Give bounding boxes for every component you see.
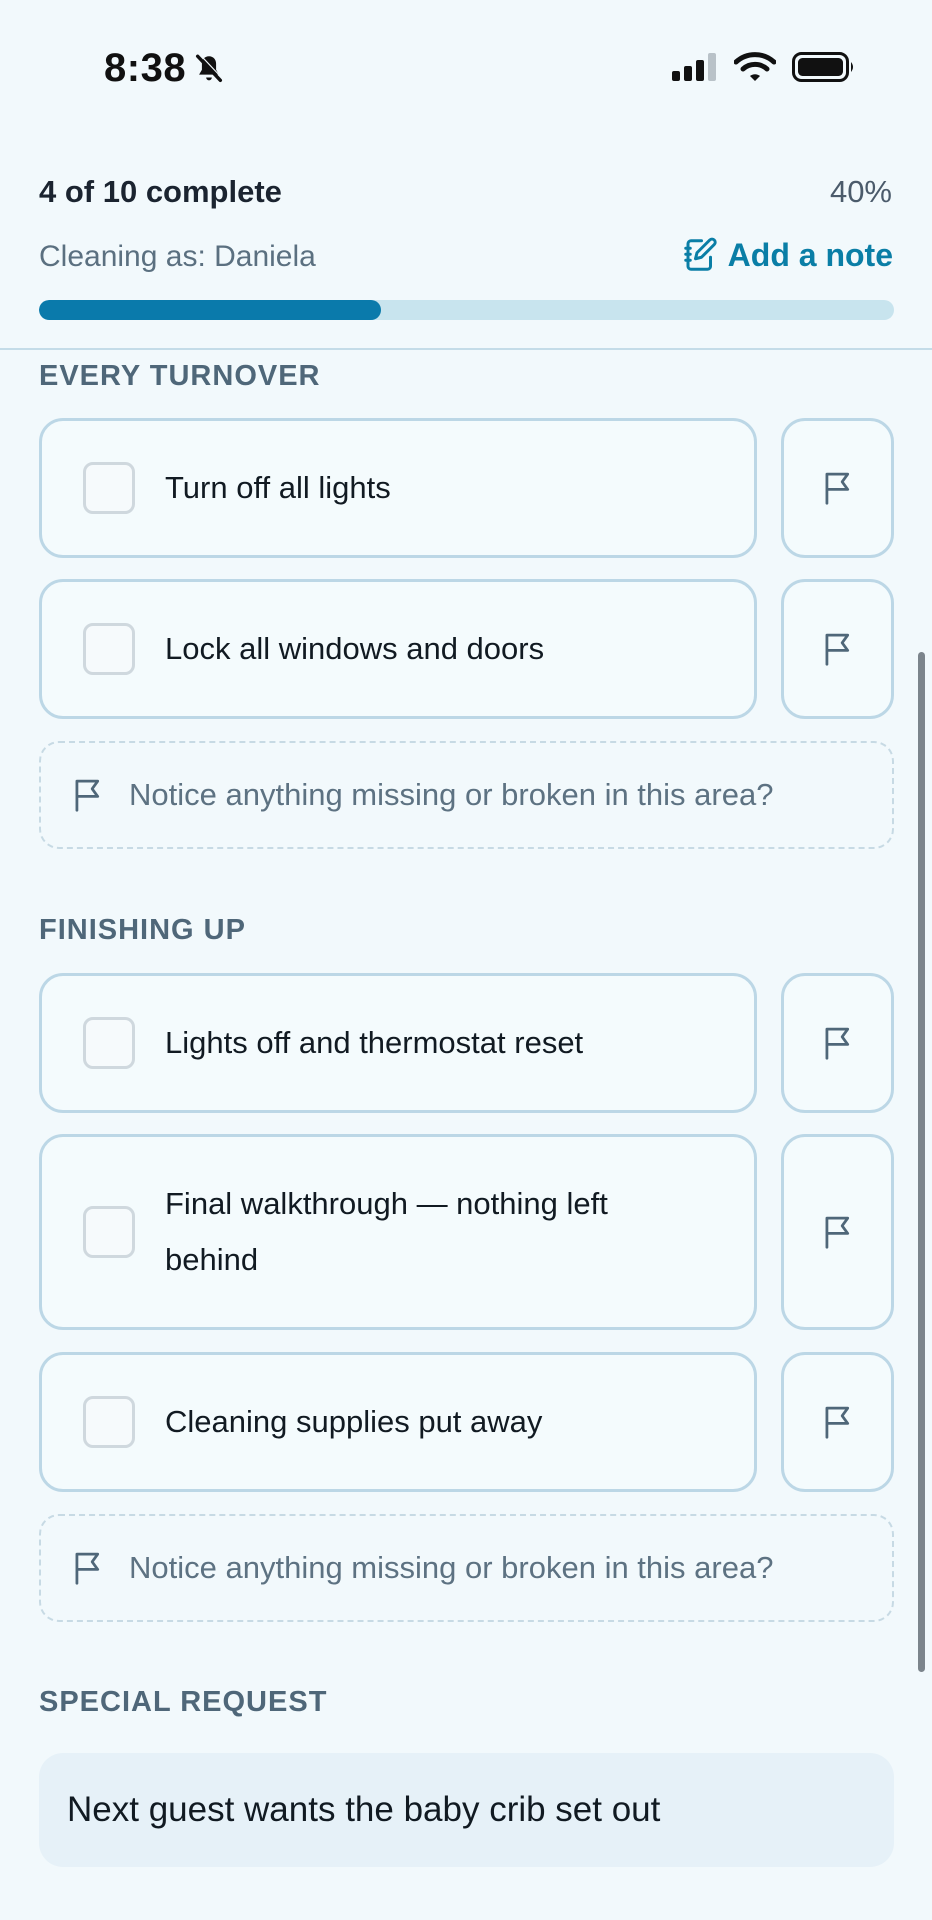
cellular-signal-icon (672, 53, 716, 81)
wifi-icon (734, 52, 776, 81)
status-time-text: 8:38 (104, 46, 187, 90)
task-item[interactable]: Turn off all lights (39, 418, 757, 558)
task-item[interactable]: Lock all windows and doors (39, 579, 757, 719)
task-label: Lock all windows and doors (165, 631, 545, 666)
flag-icon (825, 1406, 849, 1439)
task-checkbox[interactable] (83, 623, 135, 675)
status-icons (672, 52, 856, 82)
battery-icon (792, 52, 853, 82)
note-edit-icon (683, 237, 717, 271)
cleaning-as-label: Cleaning as: Daniela (39, 240, 316, 273)
flag-icon (75, 1552, 100, 1585)
section-title-special-request: SPECIAL REQUEST (39, 1686, 328, 1718)
header-divider (0, 348, 932, 350)
add-note-label: Add a note (727, 236, 893, 273)
report-issue-button[interactable]: Notice anything missing or broken in thi… (39, 1514, 894, 1622)
flag-icon (75, 779, 100, 812)
flag-task-button[interactable] (781, 418, 894, 558)
flag-task-button[interactable] (781, 1352, 894, 1492)
progress-count: 4 of 10 complete (39, 174, 282, 209)
report-issue-button[interactable]: Notice anything missing or broken in thi… (39, 741, 894, 849)
bell-slash-icon (196, 53, 224, 82)
task-checkbox[interactable] (83, 1017, 135, 1069)
flag-task-button[interactable] (781, 973, 894, 1113)
progress-percent: 40% (829, 174, 892, 209)
scrollbar[interactable] (918, 652, 925, 1672)
flag-task-button[interactable] (781, 1134, 894, 1330)
flag-icon (825, 1216, 849, 1249)
task-checkbox[interactable] (83, 462, 135, 514)
progress-bar-fill (39, 300, 381, 320)
flag-icon (825, 472, 849, 505)
task-checkbox[interactable] (83, 1206, 135, 1258)
report-issue-label: Notice anything missing or broken in thi… (129, 777, 774, 812)
flag-icon (825, 633, 849, 666)
section-title-finishing-up: FINISHING UP (39, 914, 246, 946)
report-issue-label: Notice anything missing or broken in thi… (129, 1550, 774, 1585)
task-label: Lights off and thermostat reset (165, 1025, 584, 1060)
add-note-button[interactable]: Add a note (682, 236, 893, 274)
special-request-text: Next guest wants the baby crib set out (39, 1753, 894, 1867)
task-item[interactable]: Cleaning supplies put away (39, 1352, 757, 1492)
flag-icon (825, 1027, 849, 1060)
progress-bar (39, 300, 894, 320)
section-title-every-turnover: EVERY TURNOVER (39, 360, 321, 392)
task-label: Cleaning supplies put away (165, 1404, 543, 1439)
task-item[interactable]: Lights off and thermostat reset (39, 973, 757, 1113)
task-item[interactable]: Final walkthrough — nothing left behind (39, 1134, 757, 1330)
task-checkbox[interactable] (83, 1396, 135, 1448)
status-time: 8:38 (104, 46, 226, 91)
flag-task-button[interactable] (781, 579, 894, 719)
task-label: Turn off all lights (165, 470, 391, 505)
task-label: Final walkthrough — nothing left behind (165, 1186, 608, 1277)
